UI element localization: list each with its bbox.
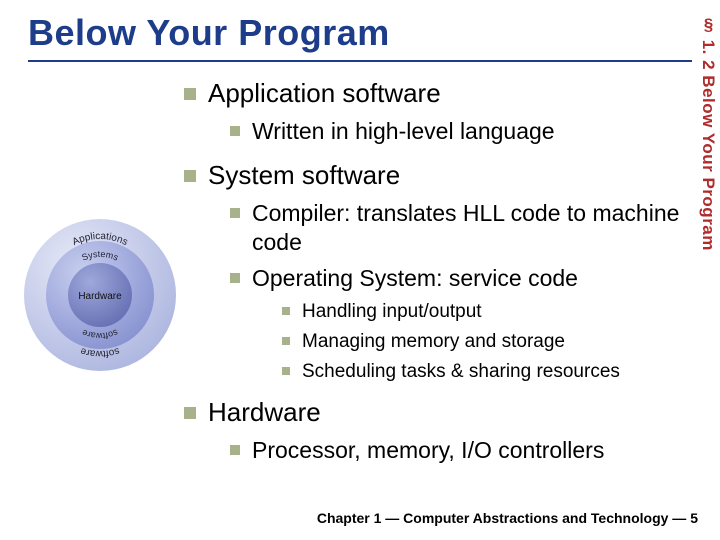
heading-text: Application software [208, 78, 441, 109]
bullet-text: Operating System: service code [252, 264, 578, 293]
section-reference: § 1. 2 Below Your Program [692, 8, 718, 258]
bullet-hardware: Hardware [184, 397, 684, 428]
square-bullet-icon [230, 126, 240, 136]
bullet-system-software: System software [184, 160, 684, 191]
label-hardware: Hardware [78, 291, 122, 302]
bullet-application-software: Application software [184, 78, 684, 109]
heading-text: System software [208, 160, 400, 191]
layers-diagram: Applications software Systems software H… [20, 215, 180, 375]
square-bullet-icon [184, 88, 196, 100]
heading-text: Hardware [208, 397, 321, 428]
title-underline [28, 60, 692, 62]
bullet-text: Compiler: translates HLL code to machine… [252, 199, 684, 257]
bullet-text: Written in high-level language [252, 117, 555, 146]
bullet-processor: Processor, memory, I/O controllers [230, 436, 684, 465]
bullet-hll: Written in high-level language [230, 117, 684, 146]
bullet-os: Operating System: service code [230, 264, 684, 293]
slide: Below Your Program § 1. 2 Below Your Pro… [0, 0, 720, 540]
bullet-io: Handling input/output [282, 301, 684, 323]
slide-title: Below Your Program [28, 12, 692, 54]
square-bullet-icon [184, 407, 196, 419]
bullet-text: Processor, memory, I/O controllers [252, 436, 604, 465]
square-bullet-icon [230, 208, 240, 218]
square-bullet-icon [282, 307, 290, 315]
bullet-memory: Managing memory and storage [282, 331, 684, 353]
bullet-text: Scheduling tasks & sharing resources [302, 361, 620, 383]
square-bullet-icon [230, 445, 240, 455]
slide-footer: Chapter 1 — Computer Abstractions and Te… [317, 510, 698, 526]
title-area: Below Your Program [0, 0, 720, 62]
square-bullet-icon [230, 273, 240, 283]
bullet-text: Handling input/output [302, 301, 482, 323]
bullet-compiler: Compiler: translates HLL code to machine… [230, 199, 684, 257]
bullet-text: Managing memory and storage [302, 331, 565, 353]
bullet-scheduling: Scheduling tasks & sharing resources [282, 361, 684, 383]
square-bullet-icon [184, 170, 196, 182]
square-bullet-icon [282, 367, 290, 375]
square-bullet-icon [282, 337, 290, 345]
